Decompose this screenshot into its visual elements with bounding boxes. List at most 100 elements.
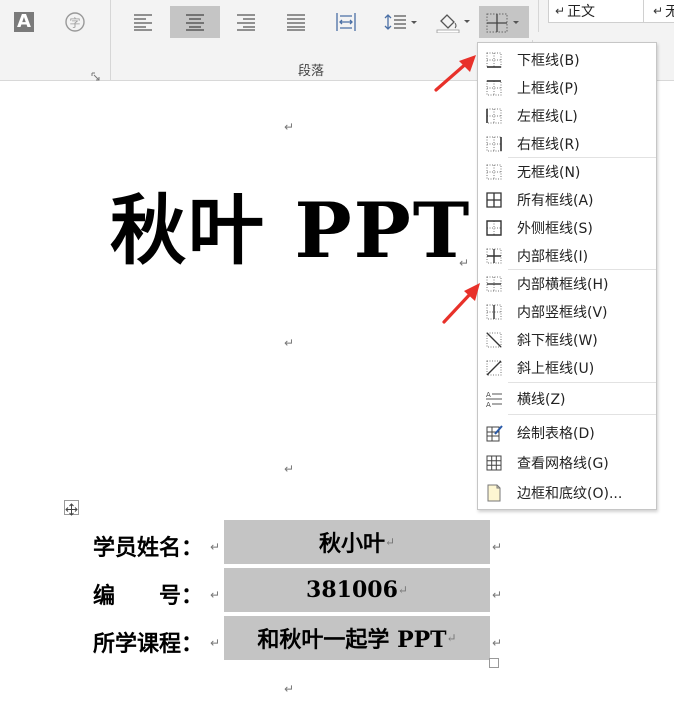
border-right-icon — [486, 136, 502, 152]
cell-value-text: 和秋叶一起学 PPT — [257, 627, 447, 653]
menu-item-view-gridlines[interactable]: 查看网格线(G) — [478, 449, 656, 477]
enclose-characters-button[interactable]: 字 — [60, 6, 90, 38]
red-arrow-icon — [442, 283, 480, 324]
borders-button[interactable] — [479, 6, 529, 38]
justify-icon — [287, 14, 305, 31]
style-next[interactable]: ↵ 无 — [653, 1, 674, 21]
row-end-mark: ↵ — [492, 540, 503, 554]
horizontal-line-icon: AA — [486, 391, 502, 408]
distributed-button[interactable] — [325, 6, 367, 38]
view-gridlines-icon — [486, 455, 502, 471]
menu-item-top-border[interactable]: 上框线(P) — [478, 74, 656, 102]
document-title: 秋叶 PPT — [110, 186, 472, 275]
border-left-icon — [486, 108, 502, 124]
draw-table-icon — [486, 425, 503, 442]
border-none-icon — [486, 164, 502, 180]
align-left-button[interactable] — [122, 6, 164, 38]
paint-bucket-icon — [436, 14, 470, 33]
font-dialog-launcher[interactable] — [91, 66, 100, 81]
menu-item-inside-borders[interactable]: 内部框线(I) — [478, 242, 656, 270]
border-all-icon — [486, 192, 502, 208]
menu-item-diagonal-up[interactable]: 斜上框线(U) — [478, 354, 656, 382]
menu-item-diagonal-down[interactable]: 斜下框线(W) — [478, 326, 656, 354]
menu-item-label: 左框线(L) — [517, 109, 578, 125]
menu-item-inside-vertical[interactable]: 内部竖框线(V) — [478, 298, 656, 326]
menu-item-label: 右框线(R) — [517, 137, 580, 153]
cell-mark: ↵ — [397, 583, 408, 597]
group-separator — [110, 0, 111, 80]
menu-item-all-borders[interactable]: 所有框线(A) — [478, 186, 656, 214]
menu-item-right-border[interactable]: 右框线(R) — [478, 130, 656, 158]
border-bottom-icon — [486, 52, 502, 68]
borders-shading-icon — [487, 484, 501, 502]
row-end-mark: ↵ — [492, 588, 503, 602]
border-top-icon — [486, 80, 502, 96]
align-right-icon — [237, 14, 255, 31]
menu-item-no-border[interactable]: 无框线(N) — [478, 158, 656, 186]
cell-mark: ↵ — [384, 535, 396, 549]
style-divider — [643, 0, 644, 22]
border-diagonal-down-icon — [486, 332, 502, 348]
menu-item-label: 外侧框线(S) — [517, 221, 593, 237]
enclose-character-icon: 字 — [65, 12, 85, 32]
border-inside-icon — [486, 13, 519, 33]
menu-item-bottom-border[interactable]: 下框线(B) — [478, 46, 656, 74]
menu-item-horizontal-line[interactable]: AA 横线(Z) — [478, 385, 656, 413]
move-icon — [65, 503, 78, 516]
border-inside-vertical-icon — [486, 304, 502, 320]
border-diagonal-up-icon — [486, 360, 502, 376]
table-resize-handle[interactable] — [489, 658, 499, 668]
style-normal[interactable]: ↵ 正文 — [555, 1, 595, 21]
justify-button[interactable] — [275, 6, 317, 38]
table-cell-value[interactable]: 和秋叶一起学 PPT ↵ — [224, 616, 490, 660]
borders-dropdown-menu: 下框线(B) 上框线(P) 左框线(L) 右框线(R) 无框线(N) 所有框线(… — [477, 42, 657, 510]
table-cell-value[interactable]: 381006 ↵ — [224, 568, 490, 612]
menu-item-label: 无框线(N) — [517, 165, 581, 181]
cell-mark: ↵ — [210, 636, 221, 650]
styles-gallery: ↵ 正文 ↵ 无 — [548, 0, 674, 23]
line-spacing-button[interactable] — [380, 6, 422, 38]
menu-item-label: 内部横框线(H) — [517, 277, 609, 293]
shading-button[interactable] — [432, 6, 474, 38]
font-color-button[interactable]: A — [10, 6, 38, 38]
border-inside-icon — [486, 248, 502, 264]
table-move-handle[interactable] — [64, 500, 79, 516]
menu-item-label: 内部竖框线(V) — [517, 305, 608, 321]
cell-mark: ↵ — [446, 631, 457, 645]
style-next-label: 无 — [665, 4, 674, 20]
menu-item-label: 斜下框线(W) — [517, 333, 598, 349]
menu-item-label: 上框线(P) — [517, 81, 579, 97]
align-right-button[interactable] — [225, 6, 267, 38]
row-end-mark: ↵ — [492, 636, 503, 650]
paragraph-mark-icon: ↵ — [653, 4, 664, 18]
style-normal-label: 正文 — [567, 4, 596, 20]
menu-divider — [508, 414, 656, 415]
menu-divider — [508, 382, 656, 383]
menu-item-label: 所有框线(A) — [517, 193, 594, 209]
svg-text:A: A — [486, 391, 491, 399]
align-left-icon — [134, 14, 152, 31]
menu-item-borders-shading[interactable]: 边框和底纹(O)... — [478, 479, 656, 507]
cell-value-text: 秋小叶 — [318, 531, 385, 557]
paragraph-group-label: 段落 — [298, 64, 325, 79]
row-label: 所学课程： — [93, 631, 204, 657]
paragraph-mark-icon: ↵ — [555, 4, 566, 18]
distributed-icon — [336, 13, 356, 31]
align-center-button[interactable] — [170, 6, 220, 38]
menu-item-left-border[interactable]: 左框线(L) — [478, 102, 656, 130]
table-cell-value[interactable]: 秋小叶 ↵ — [224, 520, 490, 564]
red-arrow-icon — [434, 55, 476, 92]
paragraph-mark: ↵ — [459, 256, 470, 270]
menu-item-inside-horizontal[interactable]: 内部横框线(H) — [478, 270, 656, 298]
svg-text:A: A — [486, 401, 491, 408]
menu-item-outside-borders[interactable]: 外侧框线(S) — [478, 214, 656, 242]
menu-item-label: 横线(Z) — [517, 392, 566, 408]
paragraph-mark: ↵ — [284, 120, 295, 134]
launcher-icon — [91, 72, 100, 81]
cell-mark: ↵ — [210, 588, 221, 602]
row-label: 学员姓名： — [93, 535, 204, 561]
menu-item-label: 查看网格线(G) — [517, 456, 609, 472]
font-a-icon: A — [14, 12, 34, 32]
cell-mark: ↵ — [210, 540, 221, 554]
menu-item-draw-table[interactable]: 绘制表格(D) — [478, 419, 656, 447]
